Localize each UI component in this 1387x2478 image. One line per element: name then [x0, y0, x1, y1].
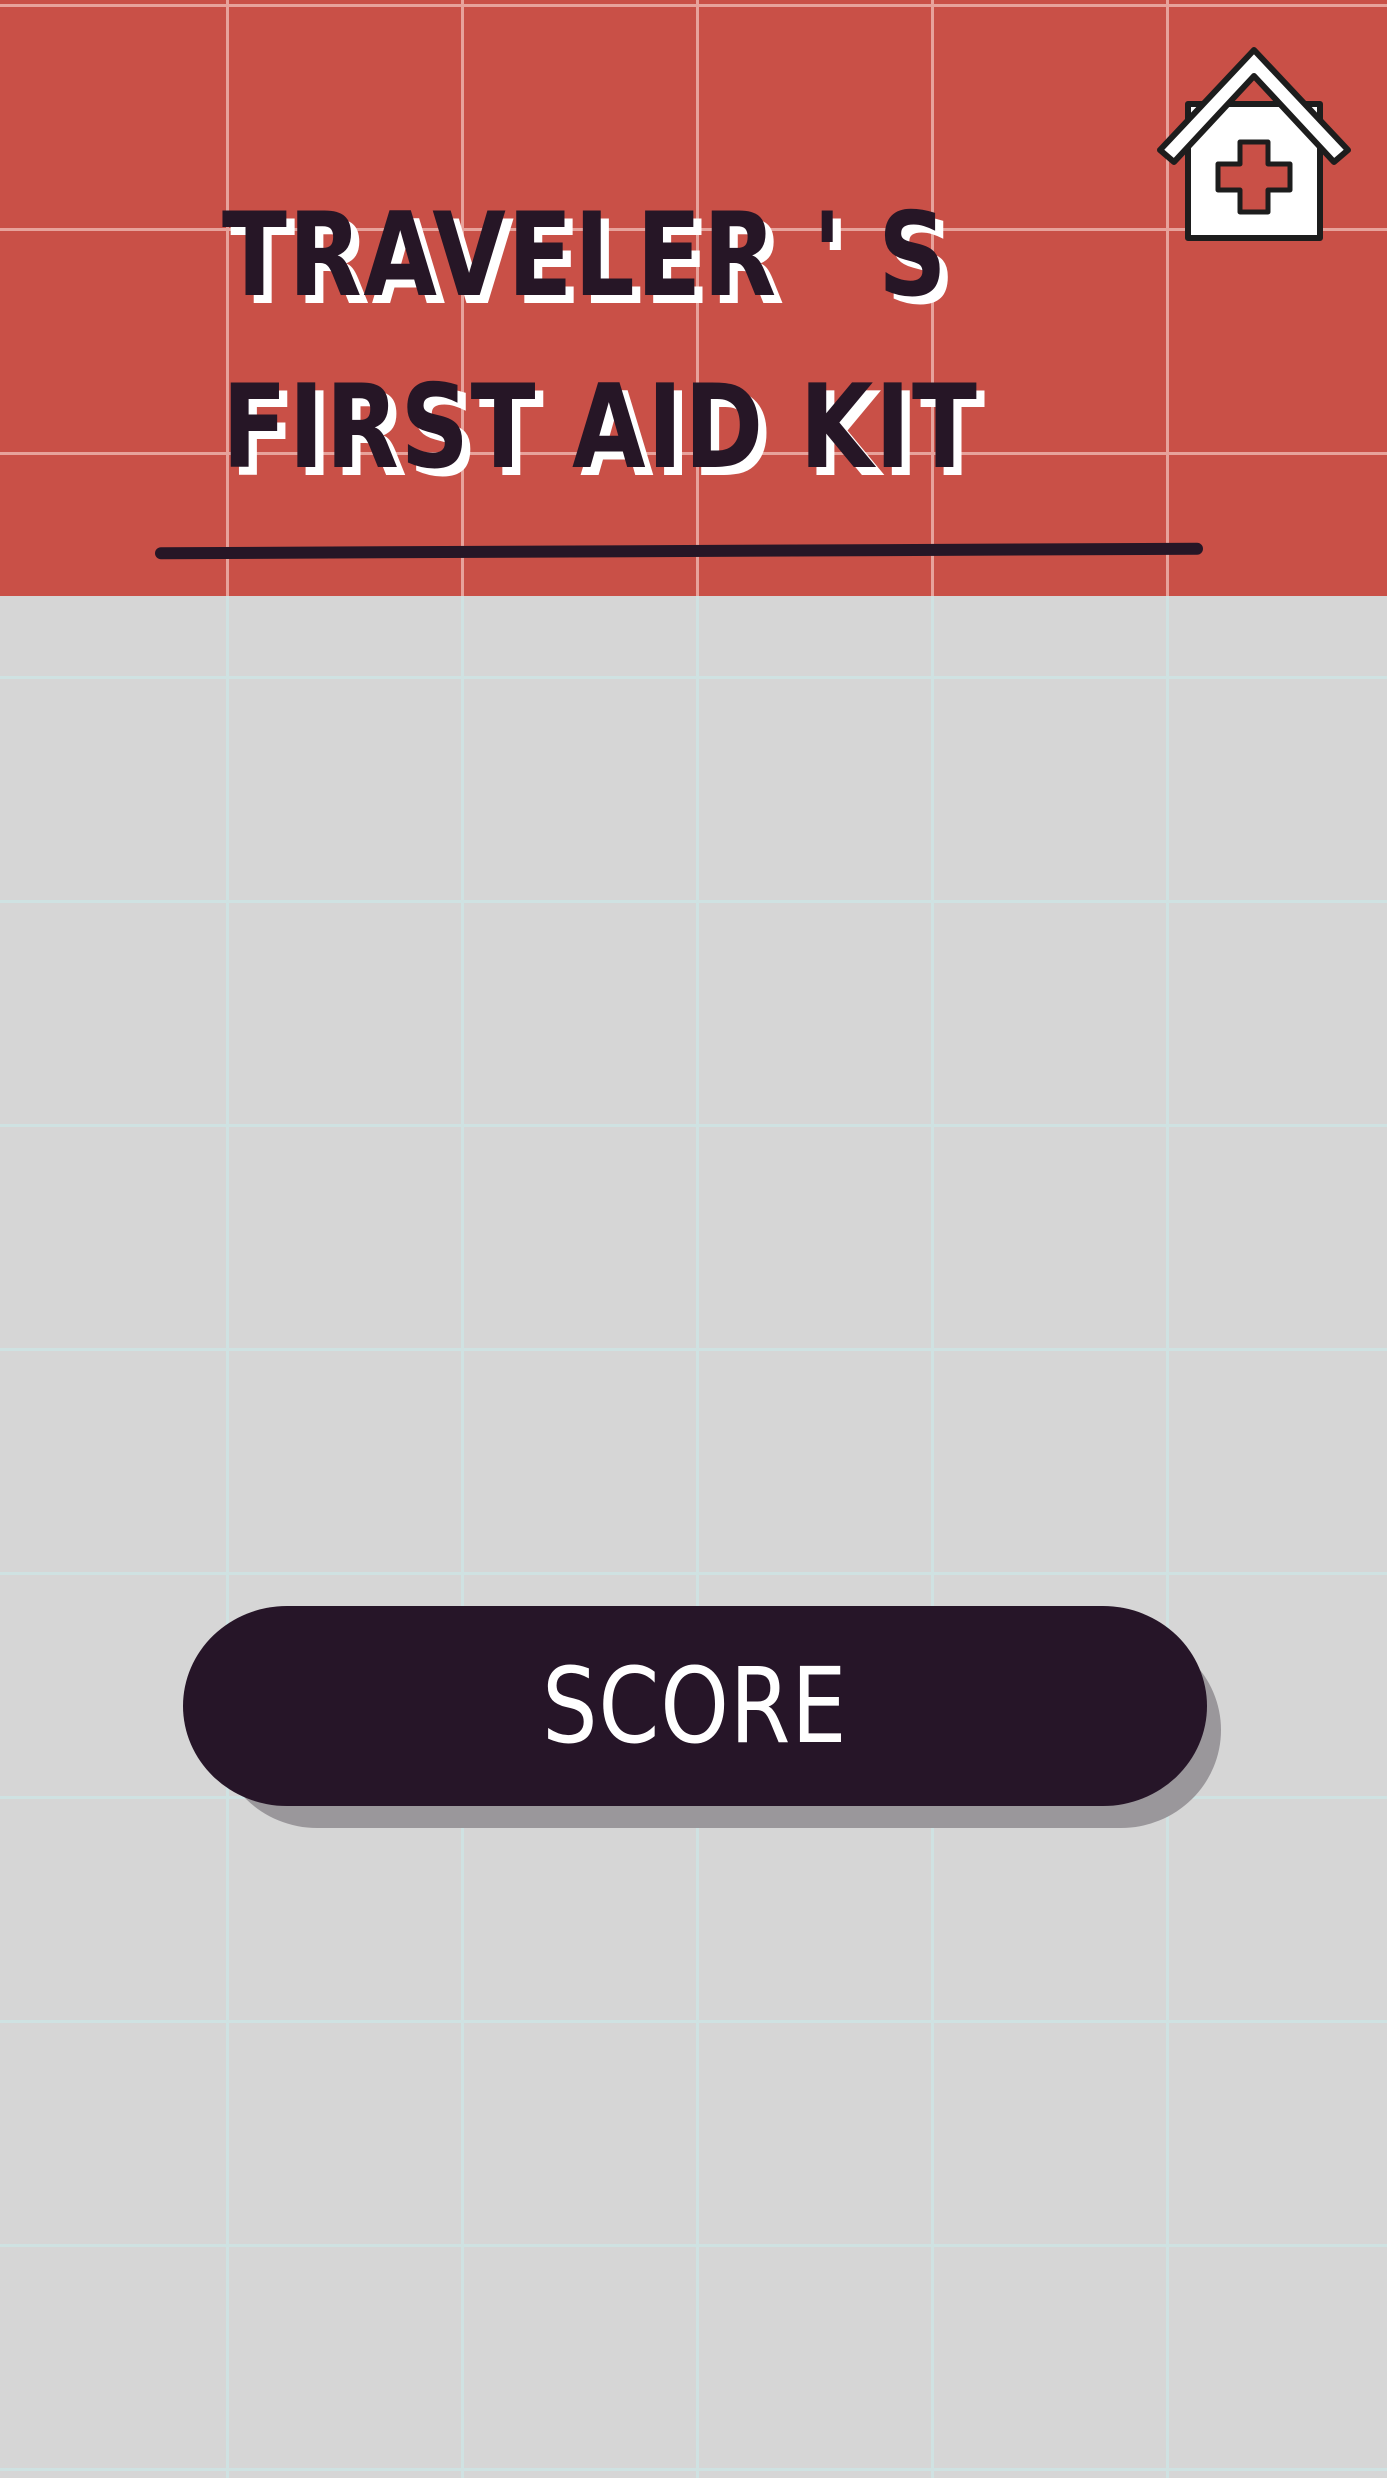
house-medical-cross-icon[interactable] [1152, 44, 1356, 246]
score-button-label: SCORE [542, 1645, 848, 1767]
score-button-face[interactable]: SCORE [183, 1606, 1207, 1806]
title-underline [154, 542, 1204, 560]
title-line-2: FIRST AID KIT [222, 360, 979, 495]
title-line-1: TRAVELER ' S [222, 188, 949, 323]
score-button[interactable]: SCORE [183, 1606, 1221, 1828]
game-title: TRAVELER ' S FIRST AID KIT [222, 170, 979, 514]
header-band: TRAVELER ' S FIRST AID KIT [0, 0, 1387, 596]
